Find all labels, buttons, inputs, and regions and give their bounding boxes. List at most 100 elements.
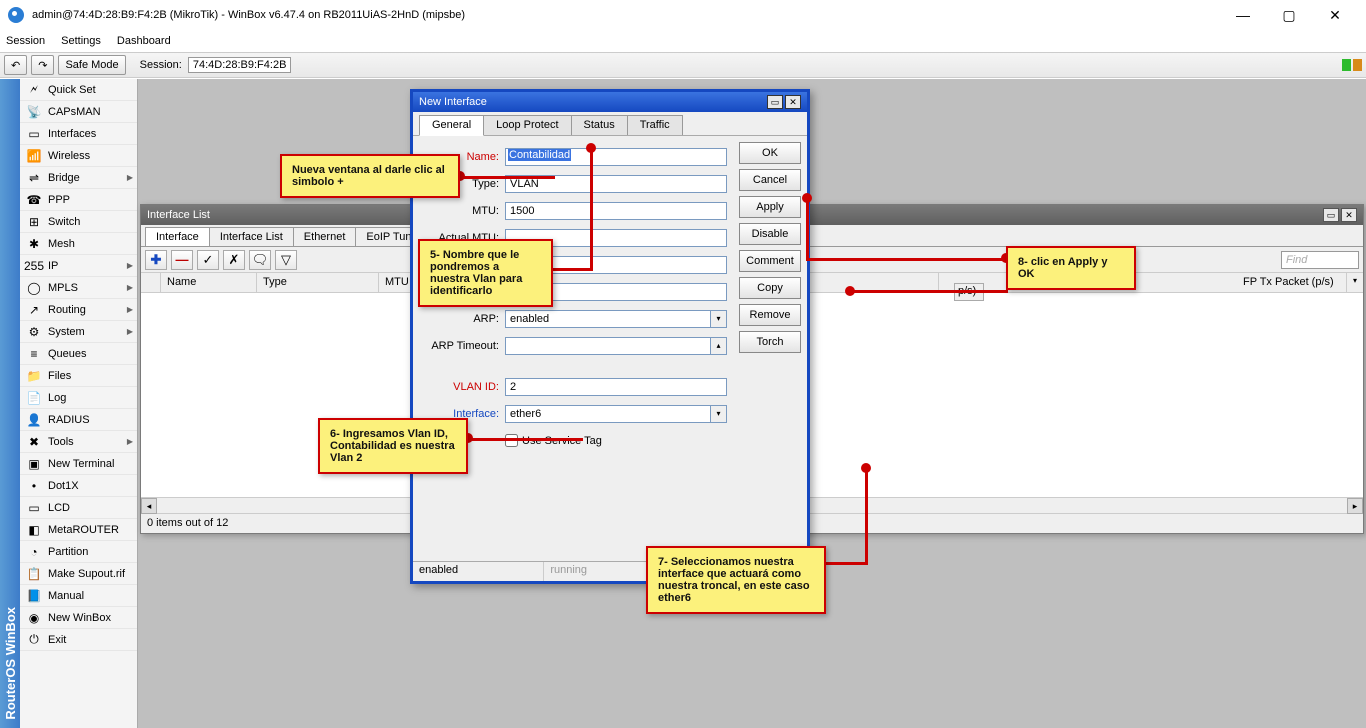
tab-interface[interactable]: Interface <box>145 227 210 246</box>
sidebar-icon: ↗ <box>26 302 42 318</box>
undo-button[interactable]: ↶ <box>4 55 27 75</box>
callout-2: 5- Nombre que le pondremos a nuestra Vla… <box>418 239 553 307</box>
dialog-tab-loop-protect[interactable]: Loop Protect <box>483 115 571 135</box>
menu-settings[interactable]: Settings <box>61 35 101 47</box>
sidebar-label: Mesh <box>48 238 75 250</box>
torch-button[interactable]: Torch <box>739 331 801 353</box>
label-arp-timeout: ARP Timeout: <box>421 340 499 352</box>
sidebar-item-capsman[interactable]: 📡CAPsMAN <box>20 101 137 123</box>
sidebar-item-dot1x[interactable]: •Dot1X <box>20 475 137 497</box>
sidebar-item-new-terminal[interactable]: ▣New Terminal <box>20 453 137 475</box>
maximize-button[interactable]: ▢ <box>1266 0 1312 30</box>
comment-button[interactable]: Comment <box>739 250 801 272</box>
window-title: admin@74:4D:28:B9:F4:2B (MikroTik) - Win… <box>32 9 1220 21</box>
sidebar-label: New WinBox <box>48 612 111 624</box>
session-label: Session: <box>140 59 182 71</box>
sidebar-item-files[interactable]: 📁Files <box>20 365 137 387</box>
sidebar-label: Wireless <box>48 150 90 162</box>
label-arp: ARP: <box>421 313 499 325</box>
sidebar-item-partition[interactable]: ◔Partition <box>20 541 137 563</box>
sidebar-item-metarouter[interactable]: ◧MetaROUTER <box>20 519 137 541</box>
scroll-left-icon[interactable]: ◂ <box>141 498 157 514</box>
sidebar-icon: ◔ <box>26 544 42 560</box>
col-fptx[interactable]: FP Tx Packet (p/s) <box>1237 273 1347 292</box>
dialog-tab-traffic[interactable]: Traffic <box>627 115 683 135</box>
safe-mode-button[interactable]: Safe Mode <box>58 55 125 75</box>
sidebar-item-interfaces[interactable]: ▭Interfaces <box>20 123 137 145</box>
scroll-right-icon[interactable]: ▸ <box>1347 498 1363 514</box>
sidebar-label: Routing <box>48 304 86 316</box>
dialog-close-icon[interactable]: ✕ <box>785 95 801 109</box>
sidebar-item-bridge[interactable]: ⇌Bridge▶ <box>20 167 137 189</box>
col-type[interactable]: Type <box>257 273 379 292</box>
find-input[interactable]: Find <box>1281 251 1359 269</box>
sidebar-icon: 🗲 <box>26 82 42 98</box>
interface-select[interactable] <box>505 405 711 423</box>
ok-button[interactable]: OK <box>739 142 801 164</box>
sidebar-item-queues[interactable]: ≡Queues <box>20 343 137 365</box>
sidebar-item-exit[interactable]: ⏻Exit <box>20 629 137 651</box>
minimize-button[interactable]: — <box>1220 0 1266 30</box>
tab-interface-list[interactable]: Interface List <box>209 227 294 246</box>
sidebar-item-system[interactable]: ⚙System▶ <box>20 321 137 343</box>
dialog-tab-general[interactable]: General <box>419 115 484 136</box>
sidebar-item-make-supout.rif[interactable]: 📋Make Supout.rif <box>20 563 137 585</box>
sidebar-label: PPP <box>48 194 70 206</box>
menu-session[interactable]: Session <box>6 35 45 47</box>
sidebar-item-quick-set[interactable]: 🗲 Quick Set <box>20 79 137 101</box>
redo-button[interactable]: ↷ <box>31 55 54 75</box>
sidebar-item-mesh[interactable]: ✱Mesh <box>20 233 137 255</box>
sidebar-label: RADIUS <box>48 414 90 426</box>
sidebar-item-radius[interactable]: 👤RADIUS <box>20 409 137 431</box>
sidebar-item-new-winbox[interactable]: ◉New WinBox <box>20 607 137 629</box>
add-button[interactable]: ✚ <box>145 250 167 270</box>
label-mtu: MTU: <box>421 205 499 217</box>
name-input[interactable]: Contabilidad <box>505 148 727 166</box>
enable-button[interactable]: ✓ <box>197 250 219 270</box>
comment-button[interactable]: 🗨 <box>249 250 271 270</box>
dialog-tab-status[interactable]: Status <box>571 115 628 135</box>
annotation-dot <box>802 193 812 203</box>
copy-button[interactable]: Copy <box>739 277 801 299</box>
sidebar-item-mpls[interactable]: ◯MPLS▶ <box>20 277 137 299</box>
sidebar-label: Bridge <box>48 172 80 184</box>
window-close-icon[interactable]: ✕ <box>1341 208 1357 222</box>
sidebar-icon: ◯ <box>26 280 42 296</box>
close-button[interactable]: ✕ <box>1312 0 1358 30</box>
vlanid-input[interactable] <box>505 378 727 396</box>
sidebar-item-log[interactable]: 📄Log <box>20 387 137 409</box>
sidebar-item-wireless[interactable]: 📶Wireless <box>20 145 137 167</box>
arp-select[interactable] <box>505 310 711 328</box>
arp-dropdown-icon[interactable]: ▾ <box>711 310 727 328</box>
filter-button[interactable]: ▽ <box>275 250 297 270</box>
dialog-buttons: OK Cancel Apply Disable Comment Copy Remove Tor… <box>739 142 801 353</box>
interface-dropdown-icon[interactable]: ▾ <box>711 405 727 423</box>
disable-button[interactable]: ✗ <box>223 250 245 270</box>
sidebar-label: Interfaces <box>48 128 96 140</box>
sidebar-label: Quick Set <box>48 84 96 96</box>
window-minimize-icon[interactable]: ▭ <box>1323 208 1339 222</box>
sidebar-item-routing[interactable]: ↗Routing▶ <box>20 299 137 321</box>
arp-timeout-input[interactable] <box>505 337 711 355</box>
remove-button[interactable]: — <box>171 250 193 270</box>
sidebar-item-ppp[interactable]: ☎PPP <box>20 189 137 211</box>
new-interface-title[interactable]: New Interface ▭ ✕ <box>413 92 807 112</box>
sidebar-icon: • <box>26 478 42 494</box>
dialog-minimize-icon[interactable]: ▭ <box>767 95 783 109</box>
sidebar-item-switch[interactable]: ⊞Switch <box>20 211 137 233</box>
sidebar-item-manual[interactable]: 📘Manual <box>20 585 137 607</box>
apply-button[interactable]: Apply <box>739 196 801 218</box>
arpt-up-icon[interactable]: ▴ <box>711 337 727 355</box>
col-name[interactable]: Name <box>161 273 257 292</box>
sidebar-item-tools[interactable]: ✖Tools▶ <box>20 431 137 453</box>
col-more-icon[interactable]: ▾ <box>1347 273 1363 292</box>
menu-dashboard[interactable]: Dashboard <box>117 35 171 47</box>
sidebar-item-lcd[interactable]: ▭LCD <box>20 497 137 519</box>
remove-button[interactable]: Remove <box>739 304 801 326</box>
sidebar-icon: ≡ <box>26 346 42 362</box>
tab-ethernet[interactable]: Ethernet <box>293 227 357 246</box>
sidebar-item-ip[interactable]: 255IP▶ <box>20 255 137 277</box>
mtu-input[interactable] <box>505 202 727 220</box>
cancel-button[interactable]: Cancel <box>739 169 801 191</box>
disable-button[interactable]: Disable <box>739 223 801 245</box>
